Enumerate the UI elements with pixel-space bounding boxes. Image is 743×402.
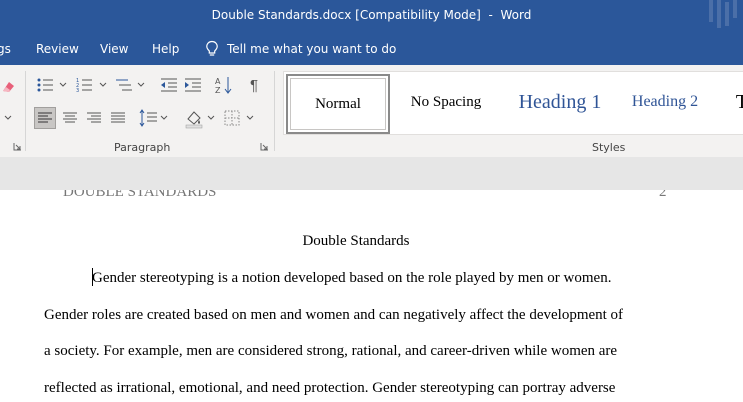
decrease-indent-icon[interactable]	[159, 76, 179, 94]
body-line: Gender roles are created based on men an…	[44, 307, 624, 323]
tab-design[interactable]: gs	[0, 42, 11, 56]
show-formatting-icon[interactable]: ¶	[244, 75, 264, 95]
paragraph-dialog-launcher-icon[interactable]	[260, 142, 269, 151]
document-canvas-gap	[0, 157, 743, 190]
font-dialog-launcher-icon[interactable]	[13, 142, 22, 151]
borders-icon[interactable]	[222, 107, 256, 129]
style-heading-2[interactable]: Heading 2	[619, 74, 711, 130]
multilevel-list-icon[interactable]	[114, 76, 146, 94]
style-heading-1[interactable]: Heading 1	[504, 74, 616, 130]
tell-me-text: Tell me what you want to do	[227, 41, 397, 56]
bullets-icon[interactable]	[36, 76, 68, 94]
clear-formatting-icon[interactable]	[0, 77, 18, 95]
group-separator	[274, 71, 275, 151]
title-bar: Double Standards.docx [Compatibility Mod…	[0, 0, 743, 33]
tab-help[interactable]: Help	[152, 42, 179, 56]
ribbon: 123 AZ ¶ Paragraph Normal No Spacing Hea…	[0, 65, 743, 158]
lightbulb-icon	[206, 40, 218, 56]
style-title-clipped[interactable]: T	[732, 74, 743, 130]
paragraph-group-label: Paragraph	[114, 141, 171, 154]
tab-review[interactable]: Review	[36, 42, 79, 56]
svg-text:3: 3	[76, 88, 79, 94]
document-title: Double Standards	[302, 233, 410, 249]
document-page[interactable]: DOUBLE STANDARDS 2 Double Standards Gend…	[0, 190, 743, 402]
body-line: a society. For example, men are consider…	[44, 343, 618, 359]
svg-text:Z: Z	[215, 86, 221, 95]
chevron-down-icon[interactable]	[3, 113, 13, 123]
align-left-icon[interactable]	[34, 107, 56, 129]
sort-icon[interactable]: AZ	[214, 75, 234, 95]
group-separator	[25, 71, 26, 151]
shading-icon[interactable]	[183, 107, 217, 129]
increase-indent-icon[interactable]	[183, 76, 203, 94]
page-number: 2	[659, 190, 667, 200]
running-head: DOUBLE STANDARDS	[63, 190, 217, 200]
ribbon-display-icon[interactable]	[703, 0, 743, 33]
tell-me-box[interactable]: Tell me what you want to do	[205, 40, 396, 57]
align-right-icon[interactable]	[83, 107, 105, 129]
body-line: reflected as irrational, emotional, and …	[44, 380, 616, 396]
tab-view[interactable]: View	[100, 42, 128, 56]
body-line: Gender stereotyping is a notion develope…	[92, 270, 612, 286]
text-cursor	[92, 268, 93, 286]
svg-text:A: A	[215, 77, 221, 86]
numbering-icon[interactable]: 123	[76, 76, 108, 94]
ribbon-tabs: gs Review View Help Tell me what you wan…	[0, 33, 743, 65]
window-title: Double Standards.docx [Compatibility Mod…	[211, 8, 532, 22]
styles-group-label: Styles	[592, 141, 626, 154]
justify-icon[interactable]	[107, 107, 129, 129]
style-normal[interactable]: Normal	[286, 74, 390, 134]
style-no-spacing[interactable]: No Spacing	[396, 74, 496, 130]
styles-gallery: Normal No Spacing Heading 1 Heading 2 T	[283, 71, 743, 135]
align-center-icon[interactable]	[59, 107, 81, 129]
line-spacing-icon[interactable]	[138, 107, 170, 129]
